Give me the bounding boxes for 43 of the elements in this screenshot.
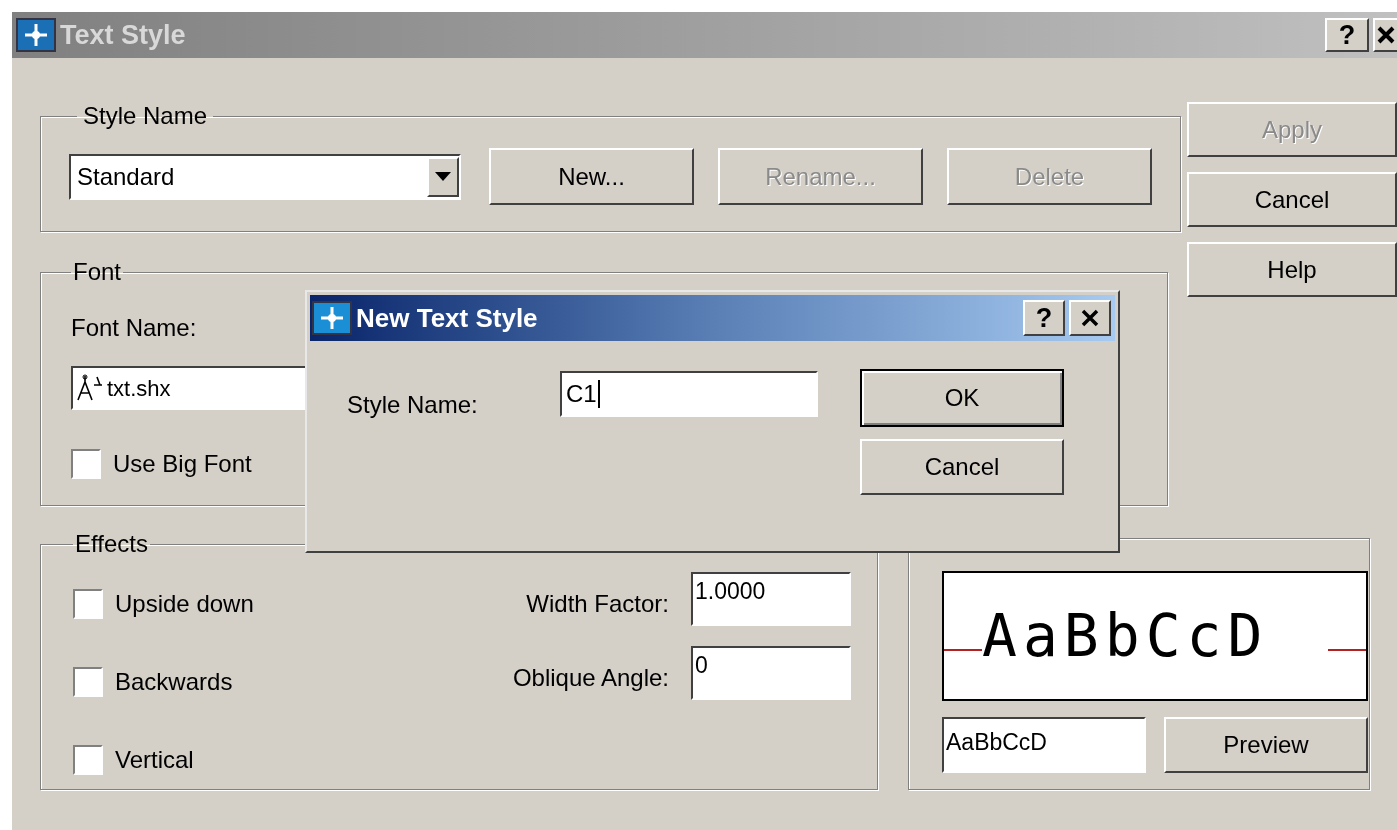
dropdown-arrow-button[interactable] (427, 156, 459, 197)
baseline-mark (944, 649, 982, 651)
checkbox[interactable] (73, 667, 103, 697)
close-button[interactable] (1069, 300, 1111, 336)
caret-icon (435, 172, 451, 181)
window-title: Text Style (60, 18, 186, 52)
dialog-button[interactable]: New... (489, 148, 694, 205)
checkbox-label: Vertical (115, 745, 194, 775)
field-label: Oblique Angle: (512, 663, 669, 693)
checkbox-label: Upside down (115, 589, 254, 619)
field-label: Width Factor: (526, 589, 669, 619)
close-button[interactable] (1373, 18, 1397, 52)
preview-sample-text: AaBbCcD (982, 607, 1269, 665)
dropdown-value: Standard (76, 161, 176, 192)
close-icon (1377, 26, 1395, 44)
preview-button[interactable]: Preview (1164, 717, 1368, 773)
dialog-button[interactable]: Cancel (1187, 172, 1397, 227)
dialog-title: New Text Style (356, 301, 538, 335)
font-icon (75, 374, 103, 402)
style-name-field[interactable]: C1 (560, 371, 818, 417)
help-button[interactable]: ? (1023, 300, 1065, 336)
checkbox-label: Backwards (115, 667, 233, 697)
group-title: Style Name (82, 101, 209, 131)
checkbox[interactable] (73, 745, 103, 775)
checkbox[interactable] (71, 449, 101, 479)
field-label: Font Name: (71, 313, 197, 343)
cancel-button[interactable]: Cancel (860, 439, 1064, 495)
ok-button[interactable]: OK (860, 369, 1064, 427)
number-field[interactable]: 1.0000 (691, 572, 851, 626)
baseline-mark (1328, 649, 1366, 651)
style-dropdown[interactable]: Standard (69, 153, 461, 200)
group-title: Font (72, 257, 123, 287)
preview-text-field[interactable]: AaBbCcD (942, 717, 1146, 773)
group-title: Effects (74, 529, 149, 559)
checkbox-label: Use Big Font (113, 449, 252, 479)
close-icon (1081, 309, 1099, 327)
dialog-button[interactable]: Help (1187, 242, 1397, 297)
checkbox[interactable] (73, 589, 103, 619)
app-icon (312, 301, 352, 335)
app-icon (16, 18, 56, 52)
help-button[interactable]: ? (1325, 18, 1369, 52)
field-label: Style Name: (347, 390, 479, 420)
number-field[interactable]: 0 (691, 646, 851, 700)
